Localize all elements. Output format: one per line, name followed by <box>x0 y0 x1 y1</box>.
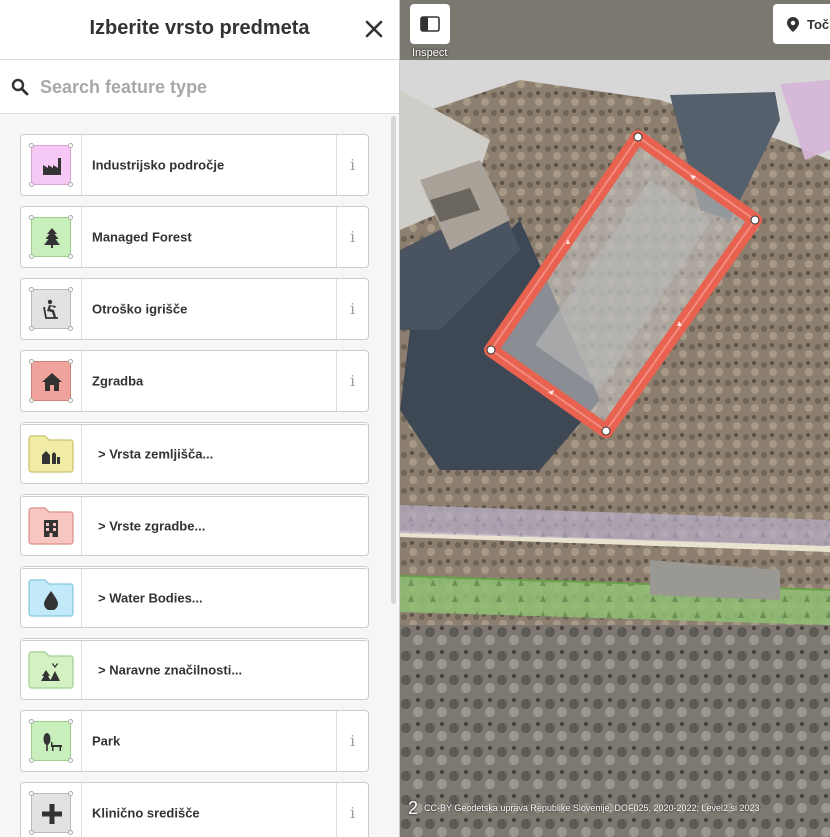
sidebar-scrollbar[interactable] <box>391 116 396 604</box>
inspect-label: Inspect <box>412 47 448 59</box>
close-icon[interactable] <box>361 16 387 42</box>
category-label-wrap: > Vrsta zemljišča... <box>98 447 213 462</box>
area-preset-box <box>29 719 73 763</box>
info-button[interactable]: i <box>336 279 368 339</box>
category-item-natural-features[interactable]: > Naravne značilnosti... <box>20 638 369 700</box>
folder-icon <box>27 579 75 617</box>
folder-icon <box>27 507 75 545</box>
sidebar-title: Izberite vrsto predmeta <box>89 17 310 39</box>
category-icon-cell <box>21 569 82 627</box>
area-preset-box <box>29 359 73 403</box>
chevron-right-icon: > <box>98 518 106 534</box>
search-icon <box>11 78 29 96</box>
sidebar-header: Izberite vrsto predmeta <box>0 0 399 60</box>
category-label: Water Bodies... <box>109 590 203 606</box>
tree-icon <box>44 228 60 248</box>
building-icon <box>44 520 58 537</box>
preset-icon-cell <box>21 135 82 195</box>
folder-icon <box>27 435 75 473</box>
preset-label: Park <box>92 733 121 749</box>
preset-item-playground[interactable]: Otroško igrišče i <box>20 278 369 340</box>
area-preset-box <box>29 143 73 187</box>
category-item-water-bodies[interactable]: > Water Bodies... <box>20 566 369 628</box>
park-icon <box>43 733 62 751</box>
info-button[interactable]: i <box>336 135 368 195</box>
category-label-wrap: > Vrste zgradbe... <box>98 519 205 534</box>
imagery-attribution: 2 CC-BY Geodetska uprava Republike Sloven… <box>408 798 760 819</box>
preset-label: Klinično središče <box>92 805 200 821</box>
category-icon-cell <box>21 425 82 483</box>
chevron-right-icon: > <box>98 590 106 606</box>
category-item-building-types[interactable]: > Vrste zgradbe... <box>20 494 369 556</box>
preset-label: Otroško igrišče <box>92 301 188 317</box>
preset-item-park[interactable]: Park i <box>20 710 369 772</box>
natural-icon <box>41 663 60 681</box>
preset-label: Zgradba <box>92 373 144 389</box>
inspect-button[interactable] <box>410 4 450 44</box>
preset-item-industrial[interactable]: Industrijsko področje i <box>20 134 369 196</box>
preset-sidebar: Izberite vrsto predmeta Industrijsk <box>0 0 400 837</box>
preset-item-building[interactable]: Zgradba i <box>20 350 369 412</box>
inspector-panel-icon <box>420 16 440 32</box>
preset-icon-cell <box>21 711 82 771</box>
preset-icon-cell <box>21 783 82 837</box>
house-icon <box>42 373 62 391</box>
playground-icon <box>43 299 58 319</box>
area-preset-box <box>29 791 73 835</box>
area-preset-box <box>29 287 73 331</box>
preset-item-managed-forest[interactable]: Managed Forest i <box>20 206 369 268</box>
info-button[interactable]: i <box>336 783 368 837</box>
category-label: Vrsta zemljišča... <box>109 446 214 462</box>
add-point-button[interactable]: Točka <box>773 4 830 44</box>
preset-icon-cell <box>21 207 82 267</box>
category-label: Naravne značilnosti... <box>109 662 243 678</box>
plus-icon <box>42 804 62 824</box>
category-item-landuse[interactable]: > Vrsta zemljišča... <box>20 422 369 484</box>
add-point-label: Točka <box>807 17 830 32</box>
factory-icon <box>43 158 61 175</box>
search-input[interactable] <box>40 72 380 102</box>
preset-item-clinic[interactable]: Klinično središče i <box>20 782 369 837</box>
water-drop-icon <box>44 591 58 610</box>
preset-icon-cell <box>21 279 82 339</box>
preset-list: Industrijsko področje i Managed Forest i <box>20 134 369 837</box>
search-bar <box>0 60 399 114</box>
map-pin-icon <box>787 17 799 32</box>
category-icon-cell <box>21 641 82 699</box>
attribution-text: CC-BY Geodetska uprava Republike Sloveni… <box>424 802 760 813</box>
preset-icon-cell <box>21 351 82 411</box>
chevron-right-icon: > <box>98 662 106 678</box>
category-label-wrap: > Water Bodies... <box>98 591 203 606</box>
info-button[interactable]: i <box>336 207 368 267</box>
area-preset-box <box>29 215 73 259</box>
attribution-number: 2 <box>408 798 419 818</box>
category-icon-cell <box>21 497 82 555</box>
info-button[interactable]: i <box>336 711 368 771</box>
info-button[interactable]: i <box>336 351 368 411</box>
preset-label: Industrijsko področje <box>92 157 225 173</box>
category-label: Vrste zgradbe... <box>109 518 206 534</box>
preset-label: Managed Forest <box>92 229 192 245</box>
map-view[interactable]: Inspect Točka 2 CC-BY Geodetska uprava Re… <box>400 0 830 837</box>
aerial-imagery <box>400 0 830 837</box>
landuse-icon <box>42 451 60 464</box>
chevron-right-icon: > <box>98 446 106 462</box>
category-label-wrap: > Naravne značilnosti... <box>98 663 242 678</box>
folder-icon <box>27 651 75 689</box>
